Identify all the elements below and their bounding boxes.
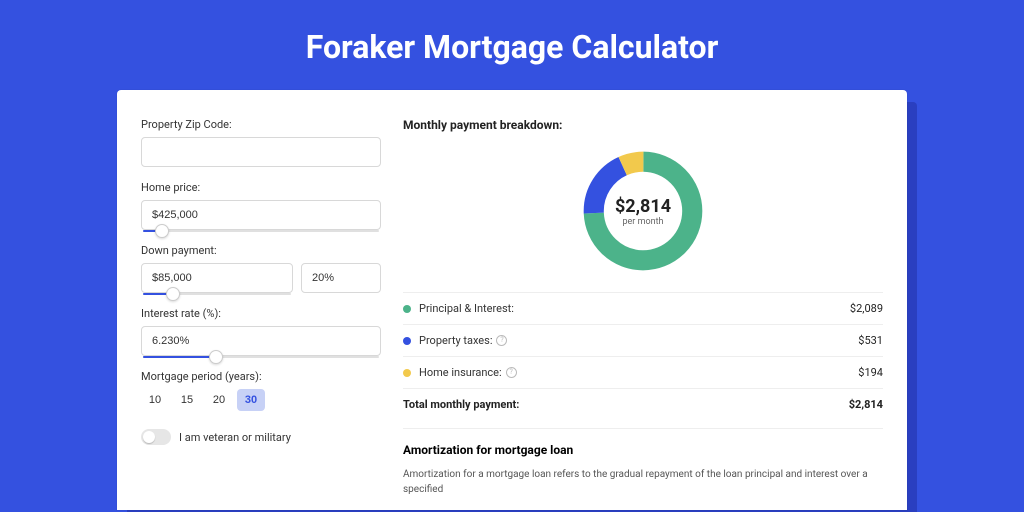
legend-label: Home insurance:? <box>419 366 858 379</box>
legend-row: Principal & Interest:$2,089 <box>403 293 883 325</box>
breakdown-title: Monthly payment breakdown: <box>403 118 883 132</box>
legend-amount: $531 <box>858 334 883 347</box>
breakdown-panel: Monthly payment breakdown: $2,814 per mo… <box>403 118 883 510</box>
legend-row: Home insurance:?$194 <box>403 357 883 389</box>
home-price-slider[interactable] <box>143 230 379 232</box>
toggle-knob <box>143 431 155 443</box>
interest-field-group: Interest rate (%): <box>141 307 381 356</box>
period-button-15[interactable]: 15 <box>173 389 201 411</box>
slider-thumb[interactable] <box>155 224 169 238</box>
interest-label: Interest rate (%): <box>141 307 381 320</box>
legend-dot <box>403 337 411 345</box>
period-label: Mortgage period (years): <box>141 370 381 383</box>
legend-total-amount: $2,814 <box>849 398 883 411</box>
home-price-input[interactable] <box>141 200 381 230</box>
legend-dot <box>403 305 411 313</box>
legend: Principal & Interest:$2,089Property taxe… <box>403 292 883 420</box>
legend-total-row: Total monthly payment:$2,814 <box>403 389 883 420</box>
info-icon[interactable]: ? <box>496 335 507 346</box>
donut-center-value: $2,814 <box>615 196 671 217</box>
slider-thumb[interactable] <box>209 350 223 364</box>
donut-chart: $2,814 per month <box>578 146 708 276</box>
page-title: Foraker Mortgage Calculator <box>0 0 1024 90</box>
amortization-section: Amortization for mortgage loan Amortizat… <box>403 428 883 497</box>
veteran-label: I am veteran or military <box>179 431 291 444</box>
period-field-group: Mortgage period (years): 10152030 <box>141 370 381 411</box>
donut-chart-wrap: $2,814 per month <box>403 146 883 276</box>
down-payment-pct-input[interactable] <box>301 263 381 293</box>
interest-input[interactable] <box>141 326 381 356</box>
amortization-text: Amortization for a mortgage loan refers … <box>403 467 883 497</box>
down-payment-slider[interactable] <box>143 293 291 295</box>
interest-slider[interactable] <box>143 356 379 358</box>
period-button-10[interactable]: 10 <box>141 389 169 411</box>
form-panel: Property Zip Code: Home price: Down paym… <box>141 118 381 510</box>
legend-label: Principal & Interest: <box>419 302 850 315</box>
info-icon[interactable]: ? <box>506 367 517 378</box>
legend-amount: $2,089 <box>850 302 883 315</box>
legend-row: Property taxes:?$531 <box>403 325 883 357</box>
legend-amount: $194 <box>858 366 883 379</box>
donut-center-sub: per month <box>622 217 663 227</box>
veteran-toggle[interactable] <box>141 429 171 445</box>
legend-dot <box>403 369 411 377</box>
slider-thumb[interactable] <box>166 287 180 301</box>
period-button-30[interactable]: 30 <box>237 389 265 411</box>
zip-input[interactable] <box>141 137 381 167</box>
calculator-card: Property Zip Code: Home price: Down paym… <box>117 90 907 510</box>
amortization-title: Amortization for mortgage loan <box>403 443 883 457</box>
zip-label: Property Zip Code: <box>141 118 381 131</box>
home-price-label: Home price: <box>141 181 381 194</box>
legend-label: Property taxes:? <box>419 334 858 347</box>
down-payment-input[interactable] <box>141 263 293 293</box>
legend-total-label: Total monthly payment: <box>403 398 849 411</box>
period-button-20[interactable]: 20 <box>205 389 233 411</box>
down-payment-field-group: Down payment: <box>141 244 381 293</box>
down-payment-label: Down payment: <box>141 244 381 257</box>
veteran-toggle-row: I am veteran or military <box>141 429 381 445</box>
home-price-field-group: Home price: <box>141 181 381 230</box>
zip-field-group: Property Zip Code: <box>141 118 381 167</box>
